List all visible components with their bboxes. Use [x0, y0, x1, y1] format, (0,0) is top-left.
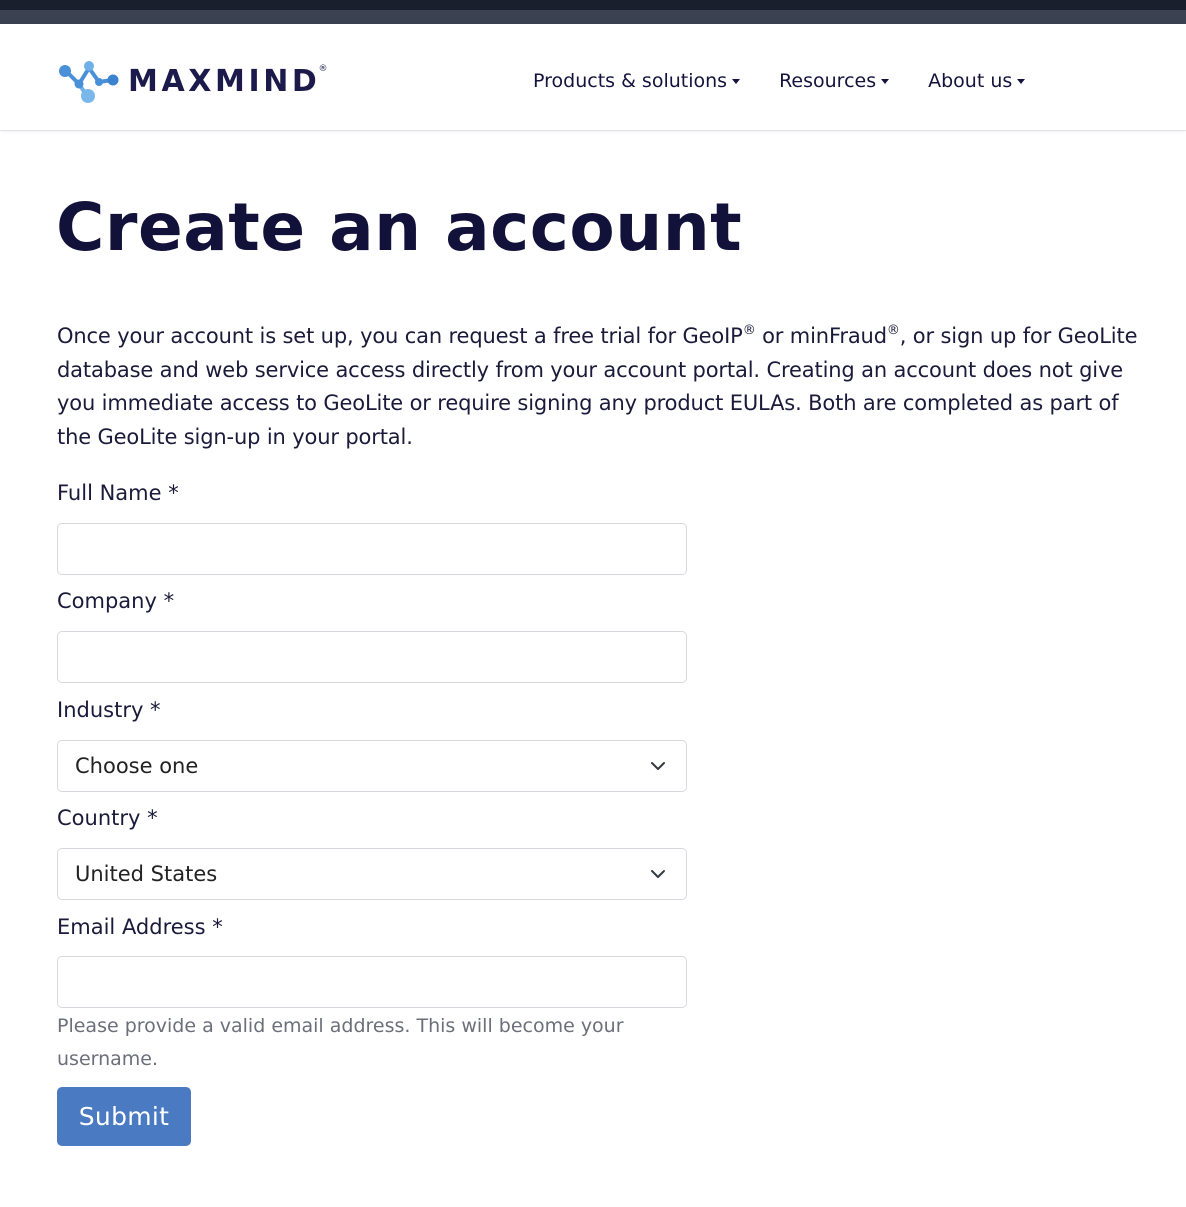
nav-products-solutions-label: Products & solutions	[533, 70, 728, 92]
logo-wordmark: MAXMIND	[128, 64, 321, 99]
nav-products-solutions[interactable]: Products & solutions	[533, 70, 741, 92]
chevron-down-icon	[651, 762, 665, 770]
browser-top-strip	[0, 0, 1186, 24]
country-select[interactable]: United States	[57, 848, 687, 900]
site-header: MAXMIND ® Products & solutions Resources…	[0, 24, 1186, 131]
full-name-input[interactable]	[57, 523, 687, 575]
main-nav: Products & solutions Resources About us	[533, 70, 1026, 92]
nav-resources[interactable]: Resources	[779, 70, 890, 92]
intro-text-1: Once your account is set up, you can req…	[57, 324, 743, 348]
nav-about-us-label: About us	[928, 70, 1013, 92]
nav-about-us[interactable]: About us	[928, 70, 1026, 92]
email-help-text: Please provide a valid email address. Th…	[57, 1015, 624, 1070]
industry-selected-value: Choose one	[75, 754, 199, 778]
industry-select[interactable]: Choose one	[57, 740, 687, 792]
email-label: Email Address *	[57, 915, 223, 939]
email-input[interactable]	[57, 956, 687, 1008]
industry-label: Industry *	[57, 698, 161, 722]
caret-down-icon	[732, 78, 741, 84]
full-name-label: Full Name *	[57, 481, 179, 505]
logo-registered-mark: ®	[318, 64, 328, 74]
caret-down-icon	[1017, 78, 1026, 84]
country-label: Country *	[57, 806, 158, 830]
intro-text-2: or minFraud	[755, 324, 887, 348]
maxmind-network-icon	[59, 61, 119, 103]
registered-mark: ®	[742, 323, 756, 338]
registered-mark: ®	[886, 323, 900, 338]
country-selected-value: United States	[75, 862, 218, 886]
submit-button[interactable]: Submit	[57, 1087, 191, 1146]
intro-paragraph: Once your account is set up, you can req…	[57, 320, 1147, 455]
nav-resources-label: Resources	[779, 70, 877, 92]
chevron-down-icon	[651, 870, 665, 878]
company-input[interactable]	[57, 631, 687, 683]
company-label: Company *	[57, 589, 175, 613]
page-title: Create an account	[56, 189, 743, 266]
maxmind-logo[interactable]: MAXMIND ®	[57, 58, 327, 104]
caret-down-icon	[881, 78, 890, 84]
